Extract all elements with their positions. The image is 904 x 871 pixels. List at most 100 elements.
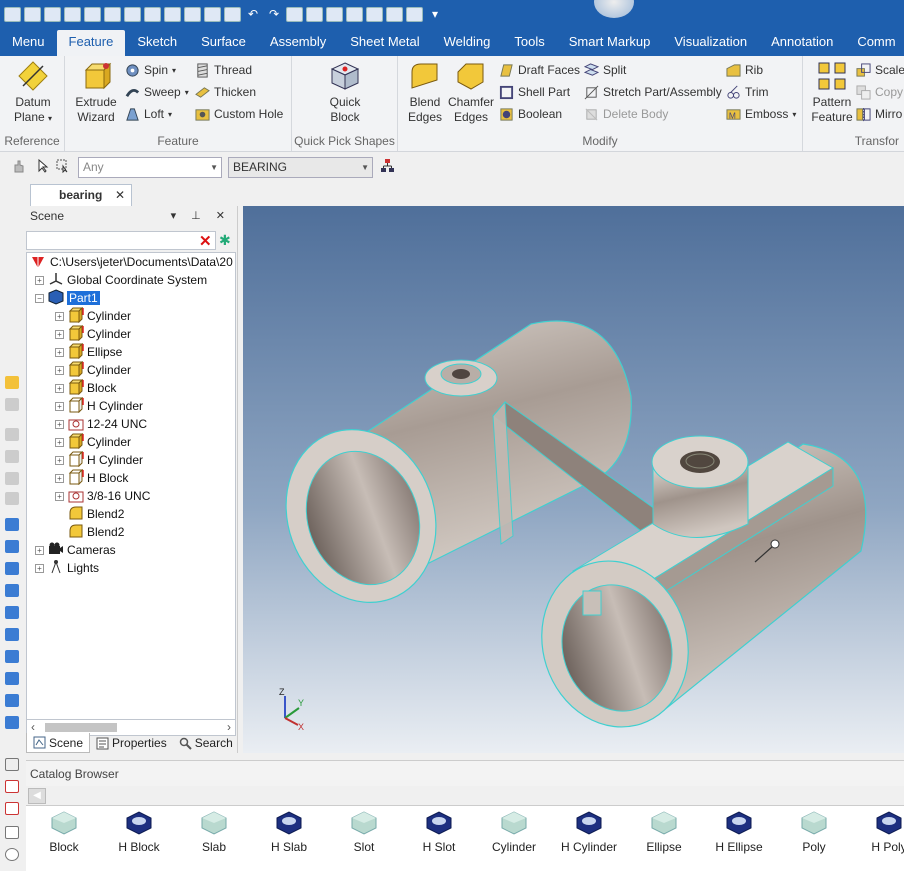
catalog-item[interactable]: H Cylinder: [551, 810, 627, 854]
disabled-tool-icon[interactable]: [5, 492, 19, 505]
transfer-icon[interactable]: [204, 6, 221, 22]
delete-body-button[interactable]: Delete Body: [584, 104, 668, 124]
trim-button[interactable]: Trim: [726, 82, 769, 102]
sweep-button[interactable]: Sweep ▾: [125, 82, 189, 102]
tab-surface[interactable]: Surface: [189, 30, 258, 56]
close-tab-icon[interactable]: ✕: [115, 185, 125, 205]
save-icon[interactable]: [144, 6, 161, 22]
transfer-icon[interactable]: [224, 6, 241, 22]
undo-icon[interactable]: ↶: [244, 7, 262, 21]
catalog-item[interactable]: H Poly: [851, 810, 904, 854]
catalog-item[interactable]: H Block: [101, 810, 177, 854]
pointer-icon[interactable]: [36, 159, 50, 173]
feature-tool-icon[interactable]: [5, 376, 19, 389]
expand-toggle-icon[interactable]: +: [55, 365, 64, 375]
open-icon[interactable]: [124, 6, 141, 22]
new-icon[interactable]: [104, 6, 121, 22]
catalog-item[interactable]: H Slab: [251, 810, 327, 854]
tree-item[interactable]: + H Block: [55, 468, 128, 487]
measure-icon[interactable]: [5, 758, 19, 771]
tree-item[interactable]: + Lights: [35, 559, 99, 577]
catalog-item[interactable]: Block: [26, 810, 102, 854]
filter-options-icon[interactable]: ✱: [219, 232, 231, 249]
scroll-left-icon[interactable]: ‹: [31, 720, 35, 734]
scale-button[interactable]: Scale: [856, 60, 904, 80]
view-bottom-icon[interactable]: [5, 584, 19, 597]
tree-item[interactable]: Blend2: [55, 505, 124, 523]
tree-item[interactable]: + Cylinder: [55, 432, 131, 451]
view-iso-icon[interactable]: [5, 650, 19, 663]
expand-toggle-icon[interactable]: +: [55, 473, 64, 483]
blend-edges-button[interactable]: Blend Edges: [404, 60, 446, 125]
tree-root[interactable]: C:\Users\jeter\Documents\Data\20: [30, 253, 233, 271]
catalog-item[interactable]: Slab: [176, 810, 252, 854]
radius-icon[interactable]: [5, 848, 19, 861]
new-part-icon[interactable]: [44, 6, 61, 22]
tab-sketch[interactable]: Sketch: [125, 30, 189, 56]
document-tab[interactable]: bearing ✕: [30, 184, 132, 206]
custom-hole-button[interactable]: Custom Hole: [195, 104, 283, 124]
selection-filter-combo[interactable]: Any ▼: [78, 157, 222, 178]
list-icon[interactable]: [346, 6, 363, 22]
expand-toggle-icon[interactable]: +: [55, 437, 64, 447]
new-drawing-icon[interactable]: [64, 6, 81, 22]
3d-viewport[interactable]: Z Y X: [243, 206, 904, 753]
tab-annotation[interactable]: Annotation: [759, 30, 845, 56]
expand-toggle-icon[interactable]: +: [55, 455, 64, 465]
tree-item[interactable]: + Cameras: [35, 541, 116, 559]
box-select-icon[interactable]: [56, 159, 70, 173]
tab-welding[interactable]: Welding: [432, 30, 503, 56]
angle-icon[interactable]: [5, 826, 19, 839]
expand-toggle-icon[interactable]: +: [55, 383, 64, 393]
view-iso-icon[interactable]: [5, 694, 19, 707]
tree-item[interactable]: + Cylinder: [55, 306, 131, 325]
expand-toggle-icon[interactable]: +: [35, 275, 44, 285]
disabled-tool-icon[interactable]: [5, 472, 19, 485]
catalog-item[interactable]: Ellipse: [626, 810, 702, 854]
spin-button[interactable]: Spin ▾: [125, 60, 176, 80]
catalog-item[interactable]: Cylinder: [476, 810, 552, 854]
extrude-wizard-button[interactable]: Extrude Wizard: [71, 60, 121, 125]
tab-scene[interactable]: Scene: [26, 733, 91, 753]
split-button[interactable]: Split: [584, 60, 626, 80]
clear-filter-icon[interactable]: ✕: [199, 232, 212, 250]
tree-item[interactable]: + Cylinder: [55, 360, 131, 379]
pattern-icon[interactable]: [326, 6, 343, 22]
expand-toggle-icon[interactable]: +: [35, 545, 44, 555]
tab-tools[interactable]: Tools: [502, 30, 556, 56]
emboss-button[interactable]: M Emboss ▾: [726, 104, 796, 124]
expand-toggle-icon[interactable]: +: [55, 329, 64, 339]
smart-icon[interactable]: [286, 6, 303, 22]
tab-search[interactable]: Search: [173, 733, 239, 753]
catalog-back-icon[interactable]: ◀: [28, 788, 46, 804]
rib-button[interactable]: Rib: [726, 60, 763, 80]
tab-sheet-metal[interactable]: Sheet Metal: [338, 30, 431, 56]
share-icon[interactable]: [406, 6, 423, 22]
scene-filter-input[interactable]: [26, 231, 216, 250]
hand-icon[interactable]: [184, 6, 201, 22]
catalog-item[interactable]: H Ellipse: [701, 810, 777, 854]
more-icon[interactable]: ▾: [426, 7, 444, 21]
part-combo[interactable]: BEARING ▼: [228, 157, 373, 178]
expand-toggle-icon[interactable]: +: [55, 419, 64, 429]
view-iso-icon[interactable]: [5, 716, 19, 729]
expand-toggle-icon[interactable]: +: [55, 401, 64, 411]
scroll-thumb[interactable]: [45, 723, 117, 732]
help-icon[interactable]: [386, 6, 403, 22]
tree-item[interactable]: + H Cylinder: [55, 396, 143, 415]
smart-snap-icon[interactable]: [306, 6, 323, 22]
thicken-button[interactable]: Thicken: [195, 82, 256, 102]
disabled-tool-icon[interactable]: [5, 398, 19, 411]
tab-feature[interactable]: Feature: [56, 30, 126, 56]
catalog-item[interactable]: Poly: [776, 810, 852, 854]
shell-part-button[interactable]: Shell Part: [499, 82, 570, 102]
pattern-feature-button[interactable]: Pattern Feature: [811, 60, 853, 125]
tree-item[interactable]: + Cylinder: [55, 324, 131, 343]
new-icon[interactable]: [24, 6, 41, 22]
expand-toggle-icon[interactable]: +: [35, 563, 44, 573]
boolean-button[interactable]: Boolean: [499, 104, 562, 124]
thread-button[interactable]: Thread: [195, 60, 252, 80]
redo-icon[interactable]: ↷: [265, 7, 283, 21]
view-front-icon[interactable]: [5, 518, 19, 531]
tab-properties[interactable]: Properties: [90, 733, 173, 753]
